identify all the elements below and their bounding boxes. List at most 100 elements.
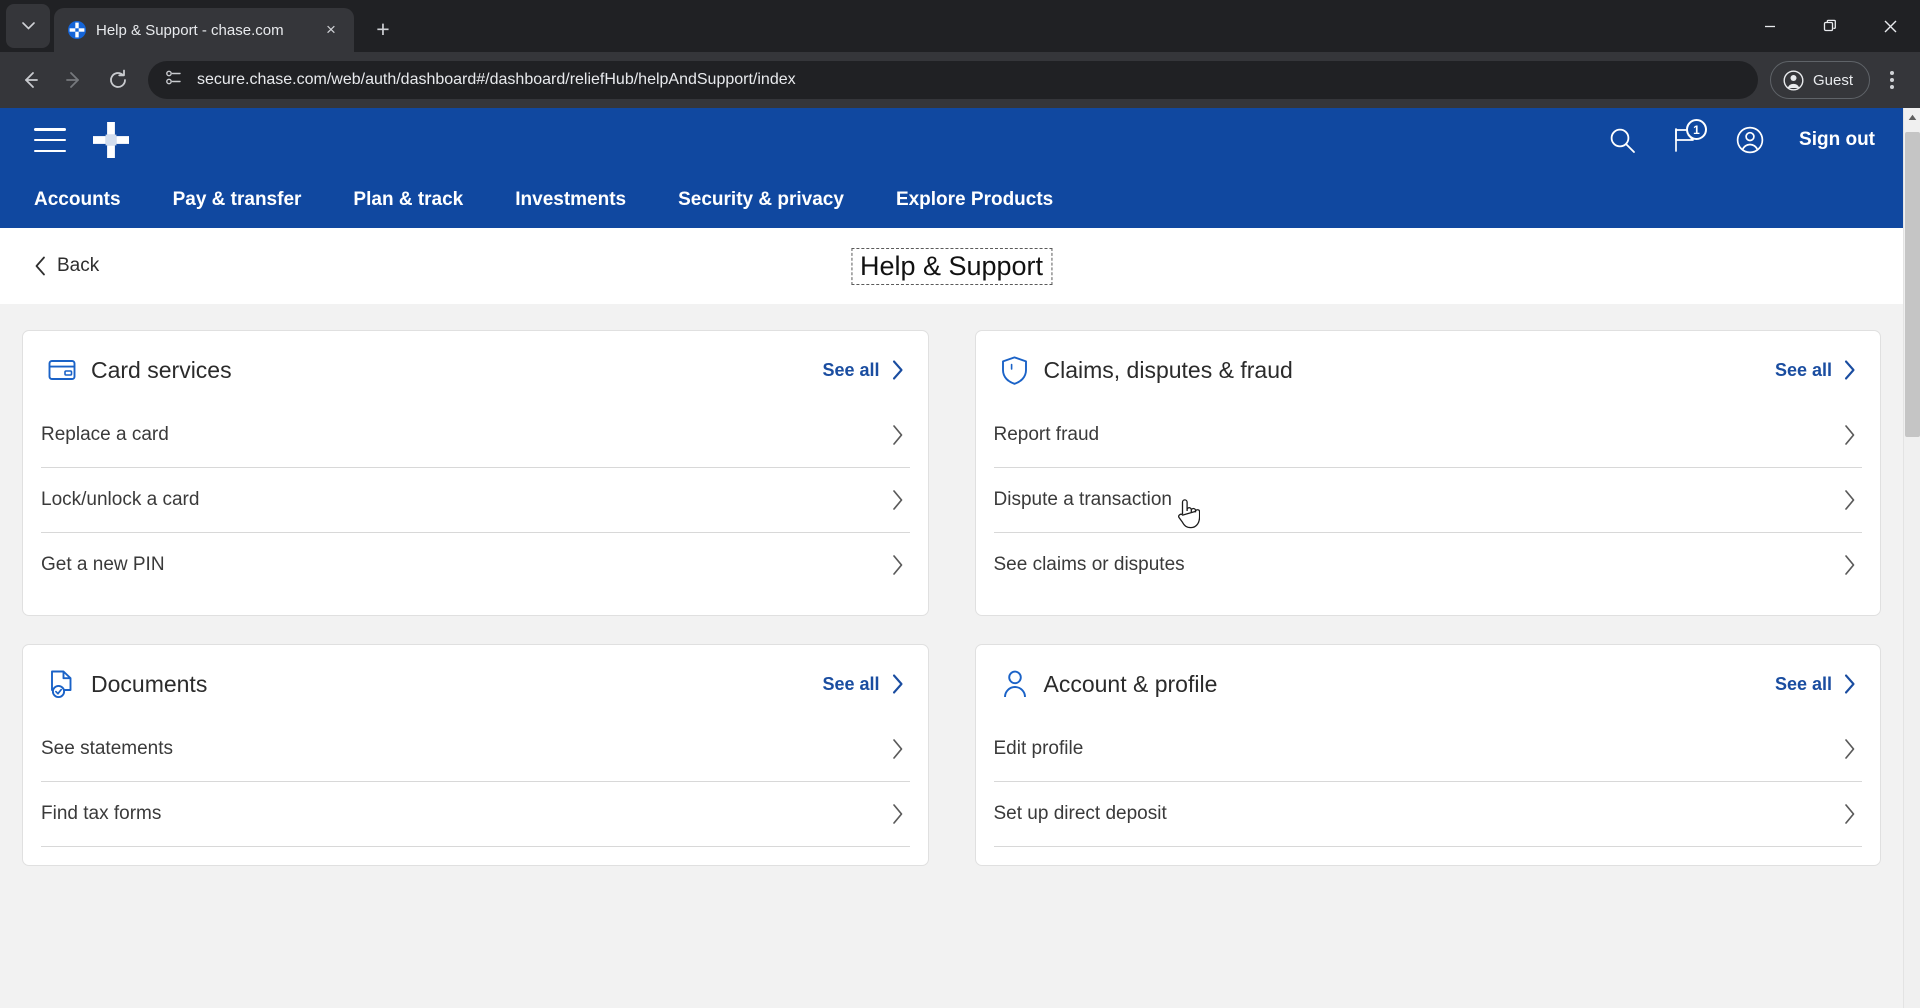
document-check-icon — [47, 669, 77, 699]
browser-toolbar: secure.chase.com/web/auth/dashboard#/das… — [0, 52, 1920, 108]
back-label: Back — [57, 255, 99, 277]
reload-icon — [107, 69, 129, 91]
list-item-label: Set up direct deposit — [994, 803, 1167, 825]
profile-label: Guest — [1813, 72, 1853, 89]
card-header: Documents See all — [23, 645, 928, 717]
url-text[interactable]: secure.chase.com/web/auth/dashboard#/das… — [197, 71, 796, 89]
notifications-button[interactable]: 1 — [1663, 117, 1709, 163]
chevron-right-icon — [891, 803, 904, 825]
browser-window: Help & Support - chase.com × + — [0, 0, 1920, 1008]
new-tab-button[interactable]: + — [364, 10, 402, 48]
site-settings-icon[interactable] — [164, 68, 183, 92]
chevron-down-icon — [22, 22, 35, 30]
nav-item-pay-transfer[interactable]: Pay & transfer — [173, 189, 302, 211]
minimize-button[interactable] — [1740, 0, 1800, 52]
chevron-right-icon — [1843, 803, 1856, 825]
page-scrollbar[interactable] — [1903, 108, 1920, 1008]
nav-item-accounts[interactable]: Accounts — [34, 189, 121, 211]
kebab-dot — [1890, 78, 1894, 82]
card-title: Card services — [91, 357, 232, 384]
chevron-right-icon — [1843, 554, 1856, 576]
hamburger-menu-icon[interactable] — [34, 128, 66, 152]
list-item[interactable]: Lock/unlock a card — [23, 468, 928, 532]
list-item[interactable]: Set up direct deposit — [976, 782, 1881, 846]
scroll-up-button[interactable] — [1904, 108, 1920, 126]
list-item-label: Replace a card — [41, 424, 169, 446]
list-item[interactable]: See claims or disputes — [976, 533, 1881, 597]
list-item[interactable]: See statements — [23, 717, 928, 781]
list-item[interactable]: Edit profile — [976, 717, 1881, 781]
list-item[interactable]: Dispute a transaction — [976, 468, 1881, 532]
card-card-services: Card services See all Replace a card — [22, 330, 929, 616]
nav-item-investments[interactable]: Investments — [515, 189, 626, 211]
row-divider — [41, 846, 910, 847]
kebab-dot — [1890, 85, 1894, 89]
card-title: Claims, disputes & fraud — [1044, 357, 1293, 384]
back-link[interactable]: Back — [34, 255, 99, 277]
row-divider — [994, 846, 1863, 847]
nav-item-plan-track[interactable]: Plan & track — [353, 189, 463, 211]
list-item[interactable]: Get a new PIN — [23, 533, 928, 597]
card-claims-disputes-fraud: Claims, disputes & fraud See all Report … — [975, 330, 1882, 616]
profile-button[interactable]: Guest — [1770, 61, 1870, 99]
list-item[interactable]: Replace a card — [23, 403, 928, 467]
reload-button[interactable] — [98, 60, 138, 100]
card-title: Documents — [91, 671, 207, 698]
restore-icon — [1823, 19, 1837, 33]
minimize-icon — [1763, 19, 1777, 33]
card-documents: Documents See all See statements — [22, 644, 929, 866]
kebab-dot — [1890, 71, 1894, 75]
card-grid: Card services See all Replace a card — [22, 330, 1881, 866]
main-navigation: Accounts Pay & transfer Plan & track Inv… — [0, 172, 1903, 228]
help-support-content: Card services See all Replace a card — [0, 304, 1903, 1008]
tab-search-button[interactable] — [6, 4, 50, 48]
notification-badge: 1 — [1686, 119, 1707, 140]
chevron-right-icon — [891, 674, 904, 694]
search-button[interactable] — [1599, 117, 1645, 163]
arrow-left-icon — [19, 69, 41, 91]
search-icon — [1608, 126, 1637, 155]
tab-strip: Help & Support - chase.com × + — [0, 0, 1920, 52]
see-all-label: See all — [822, 674, 879, 695]
see-all-label: See all — [822, 360, 879, 381]
person-icon — [1000, 669, 1030, 699]
close-window-button[interactable] — [1860, 0, 1920, 52]
card-title: Account & profile — [1044, 671, 1218, 698]
back-button[interactable] — [10, 60, 50, 100]
card-header: Card services See all — [23, 331, 928, 403]
list-item[interactable]: Find tax forms — [23, 782, 928, 846]
arrow-right-icon — [63, 69, 85, 91]
tab-close-icon[interactable]: × — [318, 17, 344, 43]
person-circle-icon — [1735, 125, 1765, 155]
scrollbar-thumb[interactable] — [1905, 132, 1920, 437]
nav-item-explore-products[interactable]: Explore Products — [896, 189, 1053, 211]
nav-item-security-privacy[interactable]: Security & privacy — [678, 189, 844, 211]
list-item-label: Report fraud — [994, 424, 1100, 446]
see-all-claims-disputes-fraud[interactable]: See all — [1775, 360, 1856, 381]
see-all-documents[interactable]: See all — [822, 674, 903, 695]
card-header: Account & profile See all — [976, 645, 1881, 717]
see-all-account-profile[interactable]: See all — [1775, 674, 1856, 695]
list-item[interactable]: Report fraud — [976, 403, 1881, 467]
list-item-label: See statements — [41, 738, 173, 760]
forward-button[interactable] — [54, 60, 94, 100]
scrollbar-track[interactable] — [1904, 126, 1920, 1008]
see-all-label: See all — [1775, 360, 1832, 381]
browser-menu-button[interactable] — [1874, 60, 1910, 100]
profile-menu-button[interactable] — [1727, 117, 1773, 163]
page-viewport: 1 Sign out Accounts Pay & transfer — [0, 108, 1920, 1008]
card-header: Claims, disputes & fraud See all — [976, 331, 1881, 403]
site-header-top: 1 Sign out — [0, 108, 1903, 172]
maximize-button[interactable] — [1800, 0, 1860, 52]
caret-up-icon — [1908, 114, 1917, 121]
sign-out-button[interactable]: Sign out — [1799, 129, 1875, 151]
address-bar[interactable]: secure.chase.com/web/auth/dashboard#/das… — [148, 61, 1758, 99]
chase-logo-icon[interactable] — [92, 121, 130, 159]
page-title-bar: Back Help & Support — [0, 228, 1903, 304]
see-all-card-services[interactable]: See all — [822, 360, 903, 381]
browser-tab[interactable]: Help & Support - chase.com × — [54, 8, 354, 52]
chevron-right-icon — [891, 738, 904, 760]
list-item-label: Edit profile — [994, 738, 1084, 760]
card-account-profile: Account & profile See all Edit profile — [975, 644, 1882, 866]
account-circle-icon — [1783, 70, 1804, 91]
